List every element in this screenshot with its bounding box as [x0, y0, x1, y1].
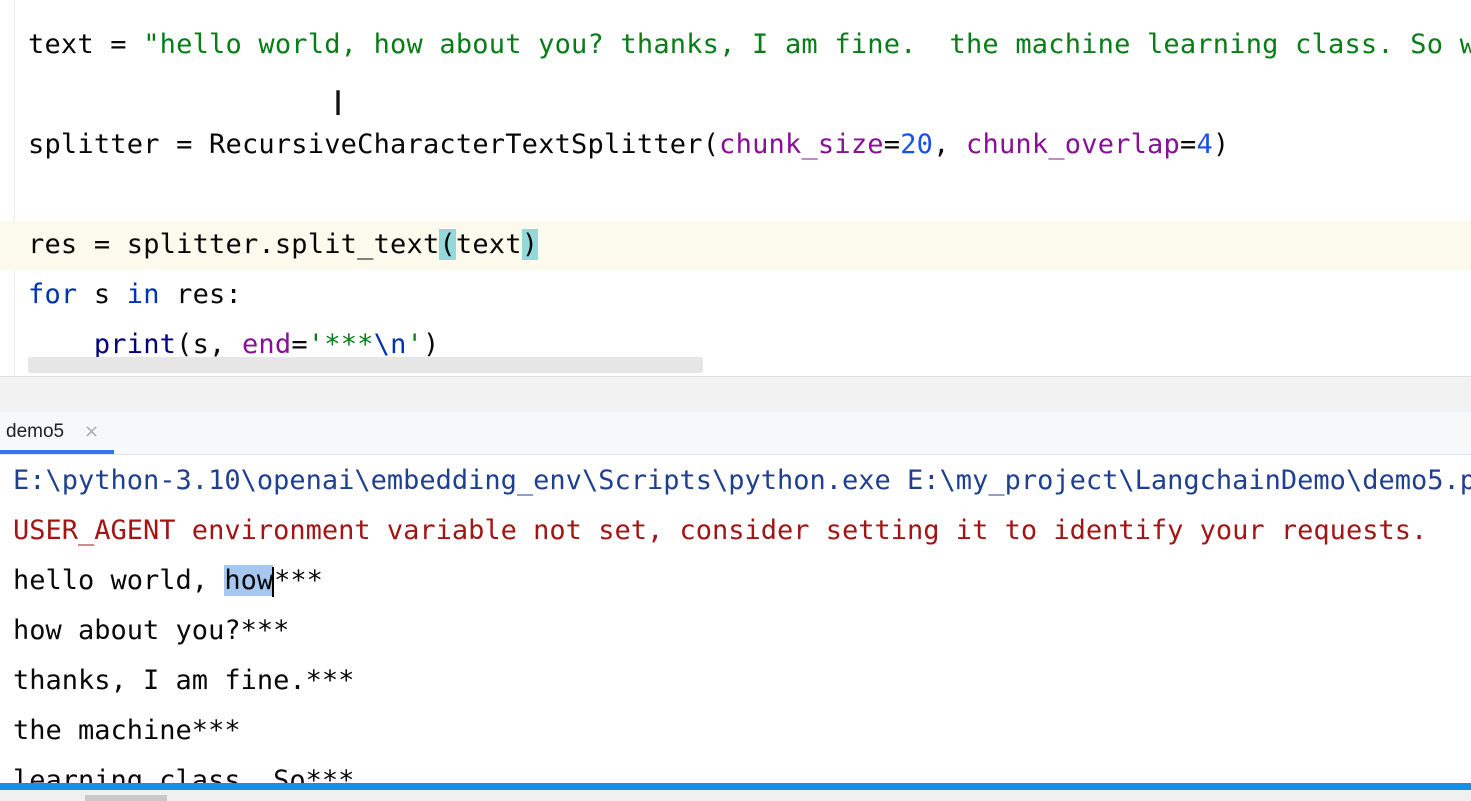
matched-open-paren: ( — [439, 229, 456, 260]
equals-sign: = — [291, 329, 308, 360]
code-line-for-loop[interactable]: for s in res: — [28, 270, 242, 320]
console-output-line-1: hello world, how*** — [13, 556, 323, 606]
comma: , — [933, 129, 967, 160]
print-args: (s, — [176, 329, 242, 360]
output-text: *** — [274, 565, 323, 596]
variable-text: text — [28, 29, 94, 60]
variable-splitter: splitter — [28, 129, 160, 160]
param-end: end — [241, 329, 292, 360]
console-output-line-4: the machine*** — [13, 715, 241, 746]
close-paren: ) — [1212, 129, 1230, 160]
code-line-res-assignment[interactable]: res = splitter.split_text(text) — [28, 220, 539, 270]
console-warning-line: USER_AGENT environment variable not set,… — [13, 515, 1428, 546]
open-paren: ( — [702, 129, 720, 160]
builtin-print: print — [93, 329, 177, 360]
assign-operator: = — [159, 129, 210, 160]
equals-sign: = — [883, 129, 901, 160]
editor-horizontal-scrollbar[interactable] — [28, 357, 703, 373]
loop-iterable: res: — [159, 279, 242, 310]
close-icon[interactable]: × — [84, 421, 99, 442]
console-output-line-2: how about you?*** — [13, 615, 290, 646]
text-cursor-ibeam-icon: I — [332, 84, 344, 124]
selected-text: how — [224, 565, 274, 596]
string-literal: "hello world, how about you? thanks, I a… — [143, 29, 1471, 60]
value-chunk-size: 20 — [900, 129, 934, 160]
run-tool-window-header: demo5 × — [0, 412, 1471, 455]
class-name: RecursiveCharacterTextSplitter — [209, 129, 703, 160]
run-console-output[interactable]: E:\python-3.10\openai\embedding_env\Scri… — [0, 455, 1471, 801]
argument-text: text — [455, 229, 522, 260]
param-chunk-overlap: chunk_overlap — [966, 129, 1180, 160]
keyword-for: for — [28, 279, 78, 310]
assign-operator: = — [77, 229, 127, 260]
output-text: hello world, — [13, 565, 225, 596]
status-bar — [0, 783, 1471, 790]
gutter-divider — [14, 0, 15, 376]
variable-res: res — [28, 229, 78, 260]
matched-close-paren: ) — [521, 229, 539, 260]
code-line-text-assignment[interactable]: text = "hello world, how about you? than… — [28, 20, 1471, 70]
code-line-splitter-assignment[interactable]: splitter = RecursiveCharacterTextSplitte… — [28, 120, 1229, 170]
loop-variable: s — [77, 279, 127, 310]
equals-sign: = — [1179, 129, 1197, 160]
close-paren: ) — [423, 329, 440, 360]
assign-operator: = — [93, 29, 144, 60]
console-horizontal-scrollbar-thumb[interactable] — [85, 795, 167, 801]
keyword-in: in — [126, 279, 160, 310]
method-call: splitter.split_text — [126, 229, 440, 260]
active-tab-indicator — [0, 450, 114, 454]
string-end-part1: '*** — [307, 329, 374, 360]
tab-demo5[interactable]: demo5 × — [0, 412, 114, 454]
tab-demo5-label: demo5 — [6, 421, 65, 442]
param-chunk-size: chunk_size — [719, 129, 884, 160]
value-chunk-overlap: 4 — [1196, 129, 1213, 160]
bottom-scroll-strip — [0, 790, 1471, 801]
escape-newline: \n — [373, 329, 407, 360]
console-output-line-3: thanks, I am fine.*** — [13, 665, 355, 696]
console-command-line: E:\python-3.10\openai\embedding_env\Scri… — [13, 465, 1471, 496]
code-editor[interactable]: text = "hello world, how about you? than… — [0, 0, 1471, 376]
panel-splitter[interactable] — [0, 376, 1471, 413]
string-end-part2: ' — [406, 329, 423, 360]
